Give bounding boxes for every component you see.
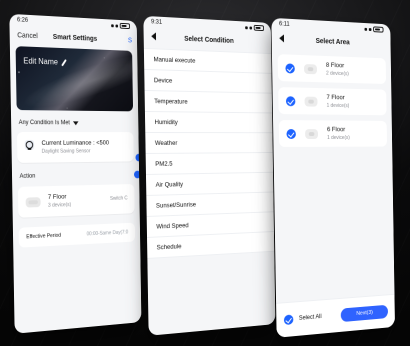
- area-text: 6 Floor 1 device(s): [327, 126, 350, 141]
- cancel-button[interactable]: Cancel: [17, 32, 38, 40]
- floor-icon: [26, 197, 41, 207]
- area-devices: 1 device(s): [327, 135, 350, 141]
- marketing-stage: 6:26 Cancel Smart Settings S Edit Name A…: [0, 0, 410, 346]
- floor-tile-icon: [304, 64, 317, 74]
- area-devices: 2 device(s): [326, 70, 349, 77]
- bulb-icon: [26, 141, 34, 149]
- effective-period-row[interactable]: Effective Period 00:00-Same Day(7:0: [19, 223, 136, 248]
- battery-icon: [373, 26, 383, 32]
- status-time: 9:31: [151, 19, 162, 26]
- back-icon: [151, 32, 156, 40]
- area-text: 7 Floor 1 device(s): [326, 94, 349, 109]
- select-all-label: Select All: [299, 314, 322, 322]
- check-icon[interactable]: [286, 129, 296, 139]
- next-button[interactable]: Next(3): [341, 305, 388, 322]
- bottom-bar: Select All Next(3): [276, 294, 395, 338]
- effective-period-label: Effective Period: [26, 233, 61, 241]
- status-icons: [111, 22, 130, 29]
- floor-tile-icon: [305, 129, 318, 139]
- action-right-text: Switch C: [110, 196, 128, 202]
- check-icon[interactable]: [285, 63, 295, 73]
- edit-name-label: Edit Name: [23, 56, 58, 66]
- page-title: Select Area: [316, 37, 350, 45]
- condition-item[interactable]: Schedule: [147, 232, 274, 259]
- signal-icon: [364, 27, 367, 30]
- add-action-button[interactable]: [134, 171, 141, 179]
- effective-period-value: 00:00-Same Day(7:0: [87, 230, 129, 238]
- phone-select-condition: 9:31 Select Condition Manual execute Dev…: [143, 16, 275, 336]
- condition-item[interactable]: PM2.5: [146, 153, 273, 175]
- area-item-6-floor[interactable]: 6 Floor 1 device(s): [279, 120, 387, 147]
- check-icon[interactable]: [284, 314, 294, 325]
- pencil-icon: [62, 58, 69, 66]
- condition-subtitle: Daylight Saving Sensor: [42, 148, 110, 155]
- page-title: Select Condition: [184, 35, 234, 44]
- status-icons: [364, 26, 383, 33]
- condition-text: Current Luminance : <500 Daylight Saving…: [41, 140, 109, 155]
- condition-header-label: Any Condition Is Met: [19, 120, 70, 126]
- area-name: 7 Floor: [326, 94, 349, 102]
- scene-cover[interactable]: Edit Name: [16, 46, 133, 111]
- check-icon[interactable]: [286, 96, 296, 106]
- status-time: 6:26: [17, 17, 28, 24]
- action-card[interactable]: 7 Floor 3 device(s) Switch C: [18, 184, 135, 218]
- save-button[interactable]: S: [128, 37, 132, 44]
- wifi-icon: [249, 26, 252, 29]
- signal-icon: [111, 24, 114, 27]
- battery-icon: [120, 23, 130, 29]
- area-devices: 1 device(s): [327, 103, 350, 109]
- battery-icon: [254, 25, 264, 31]
- area-name: 6 Floor: [327, 126, 350, 134]
- floor-tile-icon: [305, 96, 318, 106]
- area-name: 8 Floor: [326, 62, 349, 70]
- phone-smart-settings: 6:26 Cancel Smart Settings S Edit Name A…: [9, 14, 141, 334]
- area-item-8-floor[interactable]: 8 Floor 2 device(s): [278, 54, 386, 84]
- condition-list: Manual execute Device Temperature Humidi…: [144, 48, 274, 259]
- condition-item[interactable]: Weather: [145, 133, 272, 154]
- action-text: 7 Floor 3 device(s): [48, 193, 71, 208]
- select-all-toggle[interactable]: Select All: [284, 312, 322, 325]
- action-header-label: Action: [20, 174, 36, 180]
- wifi-icon: [369, 28, 372, 31]
- area-item-7-floor[interactable]: 7 Floor 1 device(s): [278, 87, 386, 115]
- condition-header[interactable]: Any Condition Is Met: [19, 120, 132, 126]
- action-row: 7 Floor 3 device(s) Switch C: [26, 192, 128, 210]
- back-icon: [279, 34, 284, 42]
- action-title: 7 Floor: [48, 193, 71, 201]
- condition-row: Current Luminance : <500 Daylight Saving…: [25, 140, 127, 155]
- sensor-icon: [25, 140, 35, 150]
- action-left: 7 Floor 3 device(s): [26, 193, 72, 209]
- status-time: 6:11: [279, 21, 290, 28]
- condition-item[interactable]: Device: [144, 70, 272, 94]
- chevron-down-icon: [73, 121, 78, 125]
- add-condition-button[interactable]: [135, 154, 141, 162]
- page-title: Smart Settings: [53, 33, 97, 42]
- condition-item[interactable]: Humidity: [145, 112, 272, 133]
- area-text: 8 Floor 2 device(s): [326, 62, 349, 77]
- status-icons: [245, 24, 264, 31]
- signal-icon: [245, 26, 248, 29]
- edit-name-button[interactable]: Edit Name: [23, 56, 69, 66]
- wifi-icon: [115, 24, 118, 27]
- condition-item[interactable]: Temperature: [145, 91, 273, 113]
- action-header: Action: [20, 171, 133, 181]
- condition-card[interactable]: Current Luminance : <500 Daylight Saving…: [17, 132, 134, 163]
- condition-title: Current Luminance : <500: [41, 140, 109, 148]
- back-button[interactable]: [279, 34, 284, 44]
- action-subtitle: 3 device(s): [48, 202, 71, 209]
- back-button[interactable]: [151, 32, 156, 42]
- phone-select-area: 6:11 Select Area 8 Floor 2 device(s) 7 F…: [271, 18, 395, 338]
